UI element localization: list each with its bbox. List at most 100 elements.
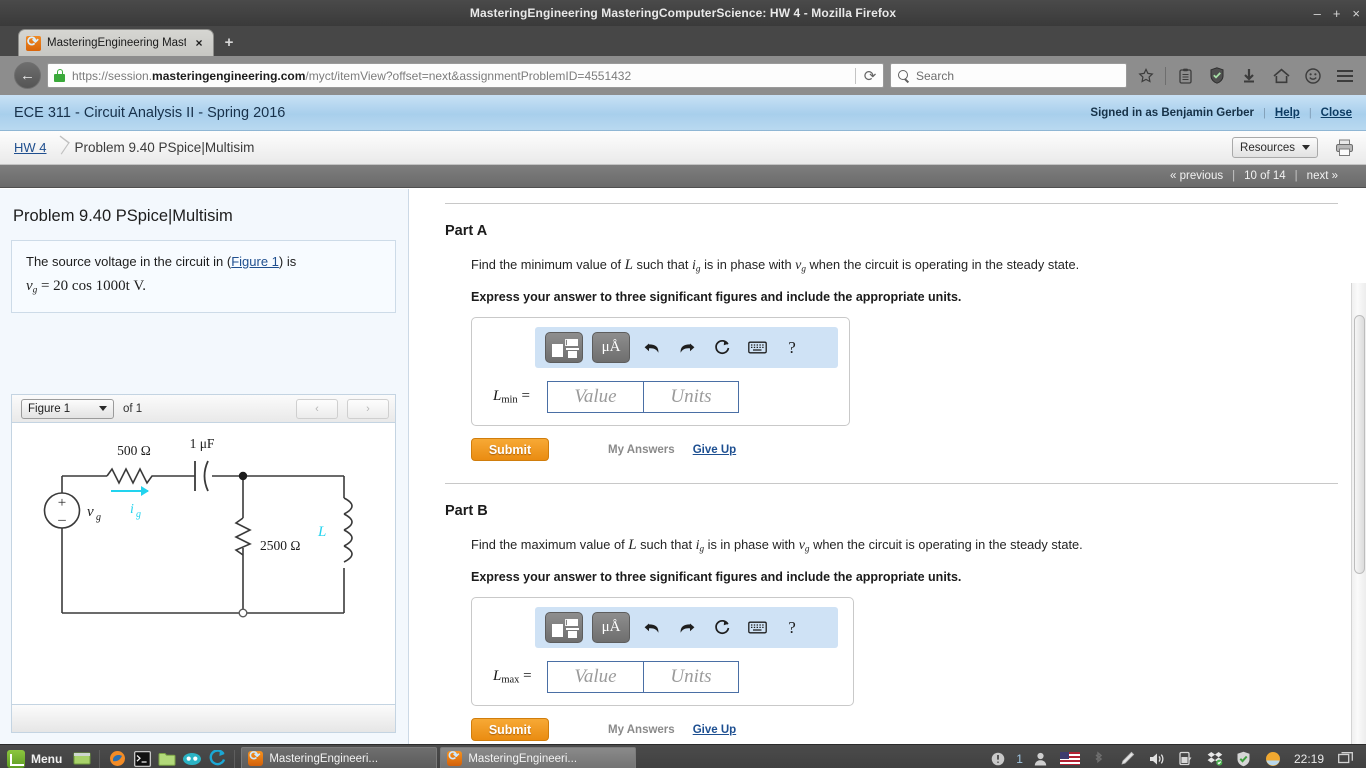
linux-mint-logo-icon: [7, 749, 25, 768]
infinity-launcher-icon[interactable]: [181, 748, 203, 768]
close-link[interactable]: Close: [1321, 107, 1352, 119]
loading-spinner-icon[interactable]: [206, 748, 228, 768]
part-a-math-toolbar: μÅ ?: [535, 327, 838, 368]
scrollbar-thumb[interactable]: [1354, 315, 1365, 574]
pager-divider-2: |: [1294, 170, 1298, 182]
reset-icon[interactable]: [709, 619, 735, 636]
template-icon[interactable]: [545, 332, 583, 363]
redo-icon[interactable]: [674, 340, 700, 356]
figure-1-link[interactable]: Figure 1: [231, 254, 279, 269]
home-icon[interactable]: [1268, 62, 1294, 89]
pencil-icon[interactable]: [1117, 748, 1139, 768]
smiley-feedback-icon[interactable]: [1300, 62, 1326, 89]
reload-icon[interactable]: ⟳: [861, 67, 879, 85]
help-icon[interactable]: ?: [779, 339, 805, 356]
question-text-2: such that: [632, 257, 693, 272]
previous-link[interactable]: « previous: [1170, 170, 1223, 182]
variable-subscript: min: [501, 394, 518, 406]
update-warning-icon[interactable]: [987, 748, 1009, 768]
shield-check-icon[interactable]: [1204, 62, 1230, 89]
units-icon[interactable]: μÅ: [592, 332, 630, 363]
part-a-heading: Part A: [445, 223, 488, 239]
url-text: https://session.masteringengineering.com…: [72, 69, 850, 83]
taskbar-window-2[interactable]: MasteringEngineeri...: [440, 746, 637, 768]
header-divider-2: |: [1308, 106, 1312, 119]
part-b-submit-button[interactable]: Submit: [471, 718, 549, 741]
part-divider: [445, 483, 1338, 484]
browser-tab[interactable]: MasteringEngineering Mast... ×: [18, 29, 214, 56]
print-button[interactable]: [1332, 139, 1356, 157]
bookmark-star-icon[interactable]: [1133, 62, 1159, 89]
show-desktop-icon[interactable]: [71, 748, 93, 768]
url-bar[interactable]: https://session.masteringengineering.com…: [47, 63, 884, 88]
undo-icon[interactable]: [639, 620, 665, 636]
template-icon[interactable]: [545, 612, 583, 643]
part-b-heading: Part B: [445, 503, 488, 519]
statement-text-pre: The source voltage in the circuit in (: [26, 254, 232, 269]
search-bar[interactable]: Search: [890, 63, 1127, 88]
start-menu-button[interactable]: Menu: [4, 749, 68, 768]
terminal-launcher-icon[interactable]: [131, 748, 153, 768]
weather-icon[interactable]: [1262, 748, 1284, 768]
part-divider: [445, 203, 1338, 204]
signed-in-label: Signed in as Benjamin Gerber: [1090, 106, 1255, 119]
keyboard-icon[interactable]: [744, 621, 770, 634]
figure-panel: Figure 1 of 1 ‹ › + – v g 500 Ω 1 μF i g…: [11, 394, 396, 733]
figure-prev-button[interactable]: ‹: [296, 398, 338, 419]
part-b-units-input[interactable]: Units: [644, 661, 739, 693]
help-icon[interactable]: ?: [779, 619, 805, 636]
part-a-units-input[interactable]: Units: [644, 381, 739, 413]
tray-count[interactable]: 1: [1016, 752, 1023, 766]
part-a-my-answers[interactable]: My Answers: [608, 444, 675, 456]
redo-icon[interactable]: [674, 620, 700, 636]
page-scrollbar[interactable]: [1351, 283, 1366, 744]
keyboard-icon[interactable]: [744, 341, 770, 354]
equation-variable-sub: g: [32, 285, 38, 296]
user-account-icon[interactable]: [1030, 748, 1052, 768]
page-title: Problem 9.40 PSpice|Multisim: [13, 207, 233, 225]
taskbar-divider: [234, 749, 236, 768]
minimize-button[interactable]: –: [1314, 7, 1321, 20]
volume-icon[interactable]: [1146, 748, 1168, 768]
answer-pane: Part A Find the minimum value of L such …: [409, 189, 1366, 744]
url-domain: masteringengineering.com: [152, 68, 306, 83]
figure-next-button[interactable]: ›: [347, 398, 389, 419]
download-arrow-icon[interactable]: [1236, 62, 1262, 89]
help-link[interactable]: Help: [1275, 107, 1300, 119]
workspace-switcher-icon[interactable]: [1334, 748, 1356, 768]
hamburger-menu-icon[interactable]: [1332, 62, 1358, 89]
firefox-launcher-icon[interactable]: [106, 748, 128, 768]
bluetooth-icon[interactable]: [1088, 748, 1110, 768]
reset-icon[interactable]: [709, 339, 735, 356]
new-tab-button[interactable]: +: [214, 29, 244, 56]
part-b-answer-row: Lmax = Value Units: [482, 661, 843, 693]
close-window-button[interactable]: ×: [1352, 7, 1360, 20]
part-a-give-up-link[interactable]: Give Up: [693, 444, 736, 456]
us-flag-icon[interactable]: [1059, 748, 1081, 768]
back-button[interactable]: ←: [14, 62, 41, 89]
reading-list-icon[interactable]: [1172, 62, 1198, 89]
file-manager-launcher-icon[interactable]: [156, 748, 178, 768]
part-a-answer-box: μÅ ? Lmin = Value Units: [471, 317, 850, 426]
part-b-give-up-link[interactable]: Give Up: [693, 724, 736, 736]
next-link[interactable]: next »: [1307, 170, 1338, 182]
chevron-down-icon: [1302, 145, 1310, 150]
battery-icon[interactable]: [1175, 748, 1197, 768]
part-a-value-input[interactable]: Value: [547, 381, 644, 413]
taskbar-window-1[interactable]: MasteringEngineeri...: [241, 746, 438, 768]
part-b-value-input[interactable]: Value: [547, 661, 644, 693]
dropbox-icon[interactable]: [1204, 748, 1226, 768]
part-b-my-answers[interactable]: My Answers: [608, 724, 675, 736]
svg-text:1 μF: 1 μF: [190, 436, 215, 451]
tab-close-icon[interactable]: ×: [192, 36, 206, 50]
units-icon[interactable]: μÅ: [592, 612, 630, 643]
shield-security-icon[interactable]: [1233, 748, 1255, 768]
maximize-button[interactable]: +: [1333, 7, 1341, 20]
breadcrumb-assignment-link[interactable]: HW 4: [14, 140, 47, 155]
figure-select[interactable]: Figure 1: [21, 398, 114, 419]
undo-icon[interactable]: [639, 340, 665, 356]
part-a-submit-button[interactable]: Submit: [471, 438, 549, 461]
question-text-1: Find the minimum value of: [471, 257, 625, 272]
clock[interactable]: 22:19: [1294, 752, 1324, 766]
resources-dropdown[interactable]: Resources: [1232, 137, 1318, 158]
